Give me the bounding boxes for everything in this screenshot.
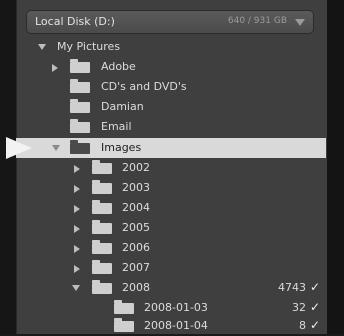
folder-icon xyxy=(92,220,112,234)
folder-icon xyxy=(70,79,90,93)
volume-dropdown-arrow-icon[interactable] xyxy=(295,19,305,26)
folder-icon xyxy=(114,318,134,332)
folder-label: Email xyxy=(101,120,132,133)
selection-pointer-icon xyxy=(6,137,32,159)
collapsed-triangle-icon[interactable] xyxy=(74,205,80,213)
folder-label: Damian xyxy=(101,100,144,113)
photo-count: 8 xyxy=(299,319,306,332)
folder-row-2003[interactable]: 2003 xyxy=(16,178,326,198)
expand-triangle-icon[interactable] xyxy=(72,285,80,291)
folder-row-2004[interactable]: 2004 xyxy=(16,198,326,218)
folder-label: 2008-01-03 xyxy=(144,301,208,314)
left-gutter xyxy=(0,0,16,334)
folder-row-my-pictures[interactable]: My Pictures xyxy=(16,37,326,57)
expand-triangle-icon[interactable] xyxy=(38,44,46,50)
checkmark-icon[interactable]: ✓ xyxy=(310,280,320,294)
folder-row-damian[interactable]: Damian xyxy=(16,97,326,117)
folder-label: CD's and DVD's xyxy=(101,80,187,93)
volume-size: 640 / 931 GB xyxy=(227,16,287,26)
folder-label: 2005 xyxy=(122,221,150,234)
folder-row-images[interactable]: Images xyxy=(16,138,326,158)
folder-icon xyxy=(92,180,112,194)
collapsed-triangle-icon[interactable] xyxy=(52,64,58,72)
collapsed-triangle-icon[interactable] xyxy=(74,265,80,273)
expand-triangle-icon[interactable] xyxy=(52,145,60,151)
folder-row-2008-01-04[interactable]: 2008-01-04 8 ✓ xyxy=(16,316,326,336)
collapsed-triangle-icon[interactable] xyxy=(74,245,80,253)
folder-row-cds-dvds[interactable]: CD's and DVD's xyxy=(16,77,326,97)
folder-icon xyxy=(92,260,112,274)
folder-row-2008-01-03[interactable]: 2008-01-03 32 ✓ xyxy=(16,298,326,318)
folder-icon xyxy=(92,240,112,254)
folder-row-email[interactable]: Email xyxy=(16,117,326,137)
folder-label: 2008 xyxy=(122,281,150,294)
volume-name: Local Disk (D:) xyxy=(35,15,115,28)
folder-label: 2003 xyxy=(122,181,150,194)
checkmark-icon[interactable]: ✓ xyxy=(310,318,320,332)
checkmark-icon[interactable]: ✓ xyxy=(310,300,320,314)
folder-label: Adobe xyxy=(101,60,136,73)
collapsed-triangle-icon[interactable] xyxy=(74,225,80,233)
folder-icon xyxy=(114,300,134,314)
folder-label: My Pictures xyxy=(57,40,121,53)
folder-icon xyxy=(70,59,90,73)
folder-icon xyxy=(70,140,90,154)
collapsed-triangle-icon[interactable] xyxy=(74,165,80,173)
folder-label: 2002 xyxy=(122,161,150,174)
folder-row-2006[interactable]: 2006 xyxy=(16,238,326,258)
folder-icon xyxy=(92,160,112,174)
right-gutter xyxy=(327,0,344,334)
folder-row-2002[interactable]: 2002 xyxy=(16,158,326,178)
folder-row-2008[interactable]: 2008 4743 ✓ xyxy=(16,278,326,298)
folder-icon xyxy=(92,280,112,294)
collapsed-triangle-icon[interactable] xyxy=(74,185,80,193)
folder-label: 2007 xyxy=(122,261,150,274)
folder-label: 2006 xyxy=(122,241,150,254)
volume-selector[interactable]: Local Disk (D:) 640 / 931 GB xyxy=(26,10,314,34)
folder-row-2005[interactable]: 2005 xyxy=(16,218,326,238)
folder-row-2007[interactable]: 2007 xyxy=(16,258,326,278)
photo-count: 4743 xyxy=(278,281,306,294)
folder-row-adobe[interactable]: Adobe xyxy=(16,57,326,77)
folder-label: Images xyxy=(101,141,142,154)
folder-icon xyxy=(70,119,90,133)
folder-icon xyxy=(70,99,90,113)
folder-label: 2008-01-04 xyxy=(144,319,208,332)
photo-count: 32 xyxy=(292,301,306,314)
folder-label: 2004 xyxy=(122,201,150,214)
folder-icon xyxy=(92,200,112,214)
